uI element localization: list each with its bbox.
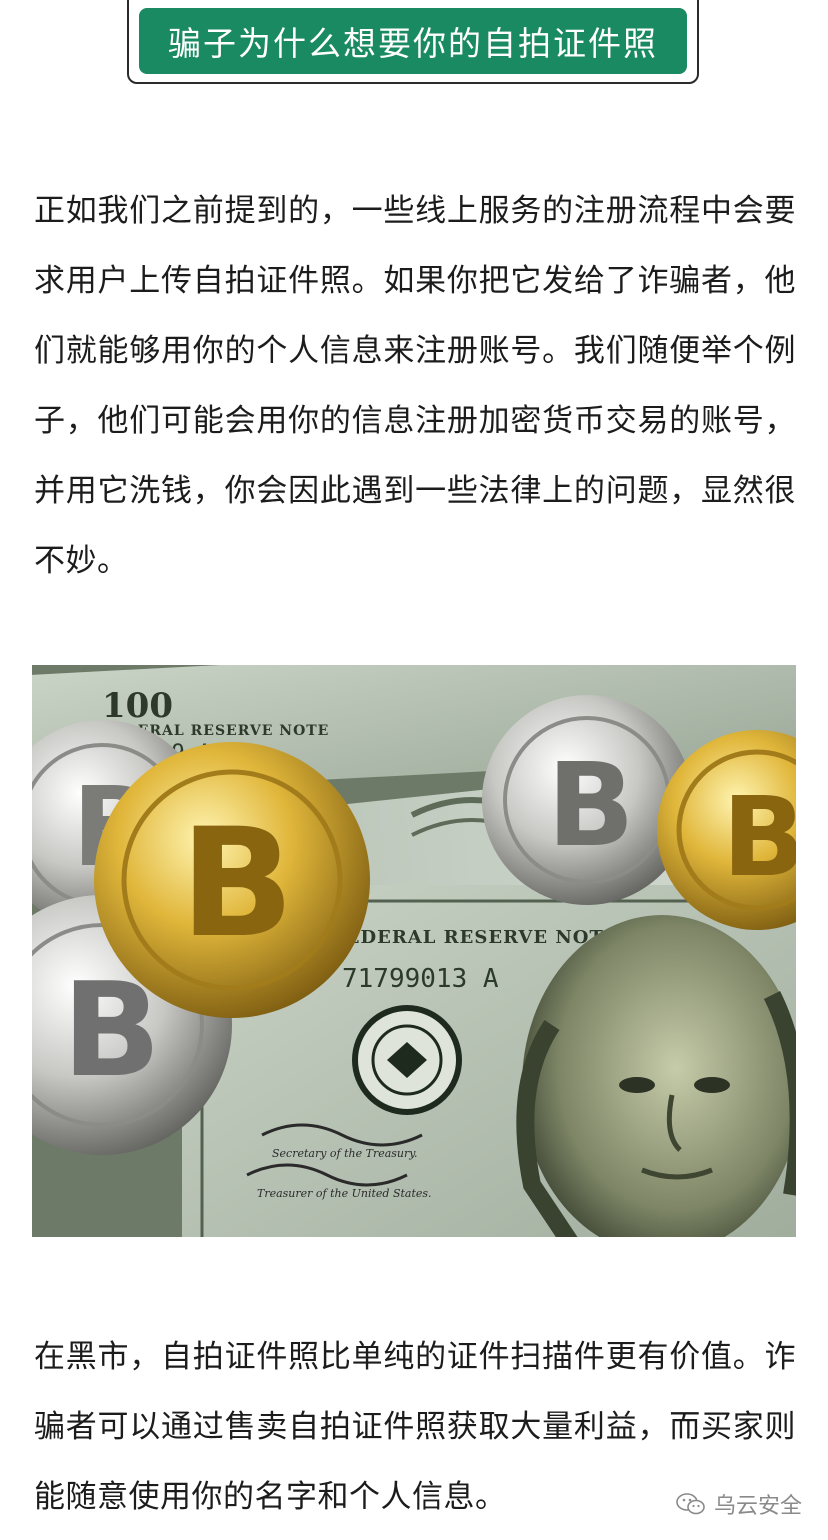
watermark: 乌云安全 — [676, 1488, 802, 1520]
denomination-label: 100 — [102, 686, 173, 726]
svg-text:B: B — [547, 739, 635, 873]
treasury-secretary-label: Secretary of the Treasury. — [272, 1147, 418, 1160]
svg-text:B: B — [722, 773, 796, 901]
wechat-icon — [676, 1493, 705, 1515]
treasurer-label: Treasurer of the United States. — [257, 1187, 432, 1200]
watermark-label: 乌云安全 — [713, 1494, 802, 1519]
serial-middle: 71799013 A — [342, 964, 499, 994]
section-heading-frame: 骗子为什么想要你的自拍证件照 — [127, 0, 699, 84]
article-paragraph: 正如我们之前提到的，一些线上服务的注册流程中会要求用户上传自拍证件照。如果你把它… — [34, 193, 796, 579]
article-photo: 100 FEDERAL RESERVE NOTE L 53019 A FEDER… — [32, 665, 796, 1237]
note-title-middle: FEDERAL RESERVE NOTE — [332, 927, 619, 948]
section-heading-text: 骗子为什么想要你的自拍证件照 — [168, 24, 658, 63]
bitcoin-coin-gold-center: B — [94, 742, 370, 1018]
bitcoin-coin-silver-right: B — [482, 695, 692, 905]
svg-text:B: B — [180, 797, 294, 971]
section-heading: 骗子为什么想要你的自拍证件照 — [139, 8, 687, 74]
